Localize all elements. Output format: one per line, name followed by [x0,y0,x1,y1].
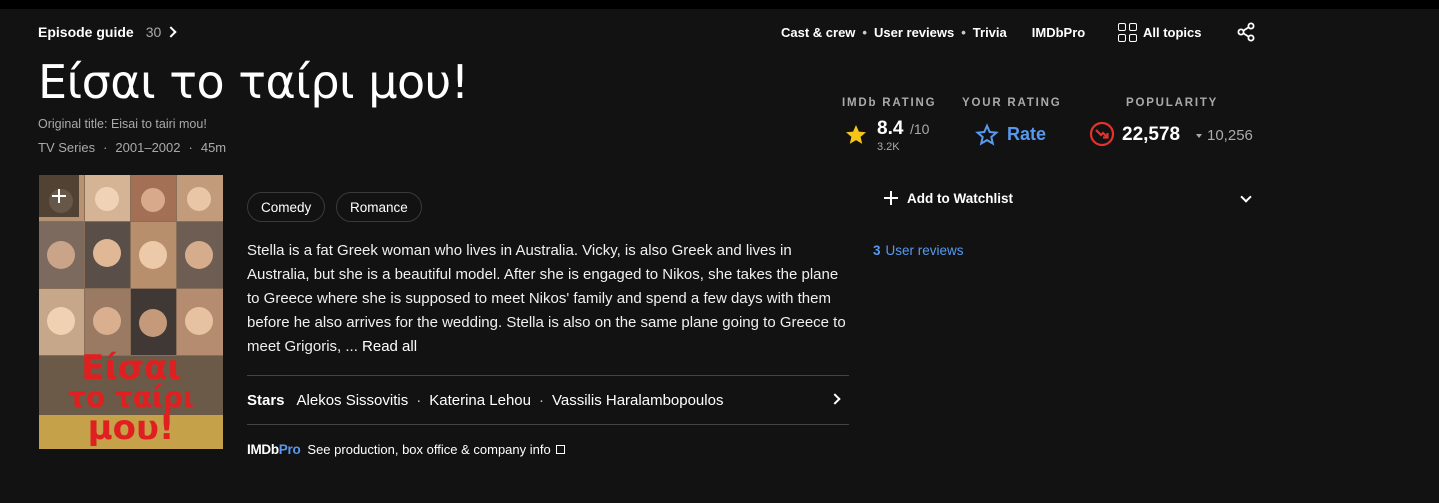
top-strip [0,0,1439,9]
user-reviews-summary-link[interactable]: 3 User reviews [873,243,964,258]
popularity-heading: POPULARITY [1126,97,1219,109]
poster-title-line-1: Είσαι [81,348,181,388]
poster-title-line-3: μου! [87,408,175,448]
divider [247,424,849,425]
title-type: TV Series [38,140,96,155]
top-nav-links: Cast & crew • User reviews • Trivia IMDb… [781,24,1086,40]
plot-text: Stella is a fat Greek woman who lives in… [247,242,846,355]
page-title: Είσαι το ταίρι μου! [38,55,469,109]
imdbpro-promo-text: See production, box office & company inf… [307,441,551,457]
star-link-2[interactable]: Katerina Lehou [429,392,531,409]
star-link-1[interactable]: Alekos Sissovitis [297,392,409,409]
watchlist-label: Add to Watchlist [907,190,1013,206]
your-rating-heading: YOUR RATING [962,97,1062,109]
stars-label: Stars [247,391,285,409]
imdb-rating-count: 3.2K [877,141,900,153]
poster-image[interactable]: Είσαι το ταίρι μου! [39,175,223,449]
cast-crew-link[interactable]: Cast & crew [781,25,855,40]
rate-button[interactable]: Rate [1007,124,1046,145]
plus-icon [52,189,66,203]
star-icon [846,125,866,144]
plus-icon [884,191,898,205]
share-icon[interactable] [1236,22,1256,42]
all-topics-button[interactable]: All topics [1118,20,1202,44]
popularity-delta-value: 10,256 [1207,127,1253,144]
imdbpro-logo: IMDbPro [247,441,301,457]
genre-chip-romance[interactable]: Romance [336,192,422,222]
read-all-link[interactable]: Read all [362,338,417,355]
title-metadata: TV Series · 2001–2002 · 45m [38,140,227,155]
plot-summary: Stella is a fat Greek woman who lives in… [247,239,852,359]
all-topics-label: All topics [1143,24,1202,40]
original-title: Original title: Eisai to tairi mou! [38,117,207,131]
popularity-trend-down-icon [1089,121,1115,147]
imdb-rating-scale: /10 [910,121,930,137]
grid-icon [1118,22,1137,42]
star-link-3[interactable]: Vassilis Haralambopoulos [552,392,723,409]
reviews-label: User reviews [885,243,964,258]
episode-guide-link[interactable]: Episode guide 30 [38,20,177,44]
chevron-right-icon [165,26,177,38]
add-to-watchlist-button[interactable]: Add to Watchlist [884,189,1013,207]
star-outline-icon[interactable] [975,123,999,147]
episode-count: 30 [145,24,162,40]
reviews-count: 3 [873,243,881,258]
divider [247,375,849,376]
imdbpro-logo-pro: Pro [278,441,301,457]
imdb-rating-heading: IMDb RATING [842,97,937,109]
popularity-delta: 10,256 [1196,127,1253,144]
chevron-right-icon [829,393,841,405]
title-runtime: 45m [200,140,227,155]
title-years[interactable]: 2001–2002 [115,140,180,155]
user-reviews-link[interactable]: User reviews [874,25,954,40]
genre-chip-comedy[interactable]: Comedy [247,192,326,222]
trivia-link[interactable]: Trivia [973,25,1007,40]
chevron-down-icon[interactable] [1240,191,1252,203]
down-triangle-icon [1196,133,1202,138]
add-to-watchlist-ribbon[interactable] [39,175,79,217]
imdbpro-promo-link[interactable]: IMDbPro See production, box office & com… [247,440,565,458]
poster-title-text: Είσαι το ταίρι μου! [39,348,223,448]
episode-guide-label: Episode guide [38,24,134,40]
imdbpro-link[interactable]: IMDbPro [1032,25,1085,40]
imdb-rating-value[interactable]: 8.4 [877,118,903,140]
popularity-value[interactable]: 22,578 [1122,124,1180,146]
external-link-icon [555,444,565,454]
imdbpro-logo-imdb: IMDb [247,441,279,457]
stars-row[interactable]: Stars Alekos Sissovitis · Katerina Lehou… [247,388,849,412]
